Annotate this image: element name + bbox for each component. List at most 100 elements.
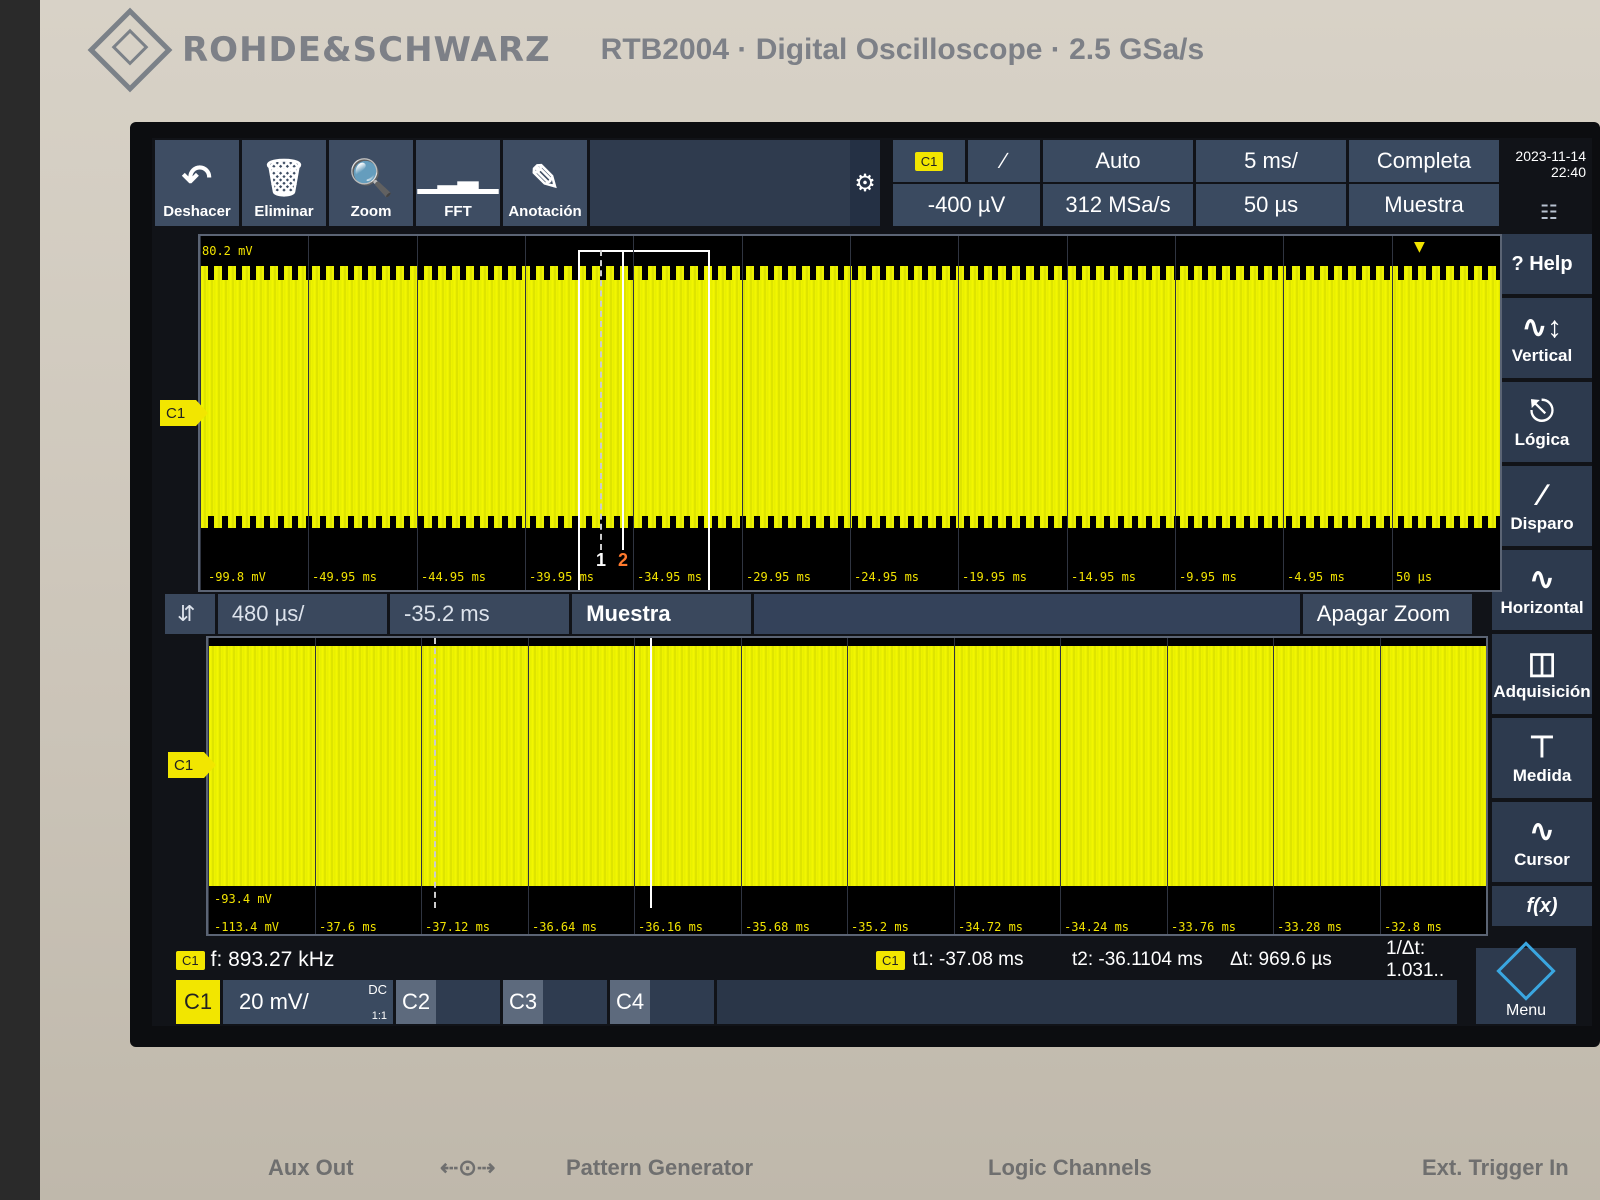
- zoom-cursor-1-line[interactable]: [434, 638, 436, 908]
- zoom-time-tick: -37.12 ms: [425, 920, 491, 934]
- main-gridline: [1283, 236, 1284, 590]
- channel-3-label: C3: [503, 980, 543, 1024]
- channel-3-tab[interactable]: C3: [503, 980, 607, 1024]
- fft-button[interactable]: ▁▂▃▁ FFT: [416, 140, 500, 226]
- datetime: 2023-11-14 22:40: [1506, 148, 1586, 180]
- zoom-gridline: [1380, 638, 1381, 934]
- main-time-tick: -44.95 ms: [421, 570, 487, 584]
- channel-4-tab[interactable]: C4: [610, 980, 714, 1024]
- zoom-channel-marker[interactable]: C1: [168, 752, 216, 778]
- cursor-icon: ∿: [1529, 815, 1555, 848]
- zoom-gridline: [741, 638, 742, 934]
- zoom-arrows-icon[interactable]: ⇵: [165, 594, 215, 634]
- vmax-label: 80.2 mV: [202, 244, 253, 258]
- main-gridline: [742, 236, 743, 590]
- main-channel-marker[interactable]: C1: [160, 400, 208, 426]
- main-time-tick: -19.95 ms: [962, 570, 1028, 584]
- main-gridline: [1392, 236, 1393, 590]
- ext-trigger-label: Ext. Trigger In: [1422, 1155, 1569, 1180]
- channel-2-tab[interactable]: C2: [396, 980, 500, 1024]
- undo-label: Deshacer: [163, 203, 231, 220]
- zoom-waveform-pane[interactable]: -93.4 mV -113.4 mV -37.6 ms -37.12 ms -36.…: [206, 636, 1488, 936]
- zoom-gridline: [315, 638, 316, 934]
- t1-value: t1: -37.08 ms: [912, 949, 1024, 970]
- cursor-button[interactable]: ∿ Cursor: [1492, 802, 1592, 882]
- trigger-mode[interactable]: Auto: [1043, 140, 1193, 182]
- delete-button[interactable]: 🗑 Eliminar: [242, 140, 326, 226]
- channel-1-scale[interactable]: 20 mV/ DC 1:1: [223, 980, 393, 1024]
- logic-button[interactable]: ⎋ Lógica: [1492, 382, 1592, 462]
- time-offset[interactable]: 50 µs: [1196, 184, 1346, 226]
- zoom-vmin-upper-label: -93.4 mV: [214, 892, 272, 906]
- front-panel-ports: Aux Out ⇠⊙⇢ Pattern Generator Logic Chan…: [0, 1155, 1600, 1200]
- magnifier-icon: 🔍: [348, 157, 394, 198]
- logic-channels-label: Logic Channels: [988, 1155, 1152, 1180]
- acquisition-button[interactable]: ◫ Adquisición: [1492, 634, 1592, 714]
- cursor-badge: C1: [876, 950, 905, 970]
- channel-1-probe: 1:1: [371, 1010, 387, 1022]
- zoom-bar-spacer: [754, 594, 1300, 634]
- cursor-2-line[interactable]: [622, 250, 624, 550]
- trigger-level[interactable]: -400 µV: [893, 184, 1040, 226]
- pattern-generator-label: Pattern Generator: [566, 1155, 754, 1180]
- main-gridline: [633, 236, 634, 590]
- gear-icon[interactable]: ⚙: [850, 140, 880, 226]
- measure-button[interactable]: ⊤ Medida: [1492, 718, 1592, 798]
- trigger-mode-value: Auto: [1095, 148, 1141, 173]
- cursor-label: Cursor: [1514, 850, 1570, 869]
- toolbar-spacer: [590, 140, 850, 226]
- cursor-readout[interactable]: C1 t1: -37.08 ms: [876, 943, 1024, 977]
- main-time-tick: -24.95 ms: [854, 570, 920, 584]
- zoom-off-button[interactable]: Apagar Zoom: [1302, 594, 1473, 634]
- trigger-slope[interactable]: ∕: [968, 140, 1040, 182]
- cursor-1-line[interactable]: [600, 250, 602, 550]
- menu-button[interactable]: Menu: [1476, 941, 1576, 1024]
- horizontal-icon: ∿: [1529, 563, 1555, 596]
- zoom-mode[interactable]: Muestra: [572, 594, 752, 634]
- channel-bar-spacer: [717, 980, 1457, 1024]
- trigger-button[interactable]: ∕ Disparo: [1492, 466, 1592, 546]
- spectrum-icon: ▁▂▃▁: [418, 163, 498, 193]
- zoom-window[interactable]: [578, 250, 710, 590]
- fft-label: FFT: [444, 203, 472, 220]
- frequency-badge: C1: [176, 950, 205, 970]
- zoom-gridline: [528, 638, 529, 934]
- zoom-time-tick: -34.72 ms: [958, 920, 1024, 934]
- sample-rate-value: 312 MSa/s: [1065, 192, 1171, 217]
- zoom-gridline: [1060, 638, 1061, 934]
- rs-logo-icon: [87, 7, 173, 93]
- frequency-value: f: 893.27 kHz: [210, 948, 335, 971]
- zoom-gridline: [421, 638, 422, 934]
- trigger-source[interactable]: C1: [893, 140, 965, 182]
- zoom-cursor-2-line[interactable]: [650, 638, 652, 908]
- trigger-level-value: -400 µV: [927, 192, 1006, 217]
- time-scale[interactable]: 5 ms/: [1196, 140, 1346, 182]
- horizontal-button[interactable]: ∿ Horizontal: [1492, 550, 1592, 630]
- zoom-time-scale[interactable]: 480 µs/: [217, 594, 388, 634]
- usb-icon: ⇠⊙⇢: [440, 1155, 496, 1180]
- zoom-position[interactable]: -35.2 ms: [390, 594, 570, 634]
- zoom-gridline: [954, 638, 955, 934]
- annotation-button[interactable]: ✎ Anotación: [503, 140, 587, 226]
- record-mode-value: Completa: [1376, 148, 1472, 173]
- help-button[interactable]: ? Help: [1492, 234, 1592, 294]
- main-gridline: [1067, 236, 1068, 590]
- zoom-gridline: [634, 638, 635, 934]
- frequency-measure[interactable]: C1 f: 893.27 kHz: [176, 943, 334, 977]
- acquisition-mode[interactable]: Muestra: [1349, 184, 1499, 226]
- main-time-tick: -49.95 ms: [312, 570, 378, 584]
- main-waveform-pane[interactable]: 80.2 mV -99.8 mV 1 2 ▼ -49.95 ms -44.95 m…: [198, 234, 1502, 592]
- undo-button[interactable]: ↶ Deshacer: [155, 140, 239, 226]
- vertical-button[interactable]: ∿↕ Vertical: [1492, 298, 1592, 378]
- main-gridline: [1175, 236, 1176, 590]
- channel-bar: C1 20 mV/ DC 1:1 C2 C3 C4: [176, 980, 1466, 1024]
- zoom-time-tick: -32.8 ms: [1384, 920, 1442, 934]
- channel-1-tab[interactable]: C1: [176, 980, 220, 1024]
- trigger-source-badge: C1: [914, 151, 944, 171]
- record-mode[interactable]: Completa: [1349, 140, 1499, 182]
- zoom-time-tick: -33.28 ms: [1277, 920, 1343, 934]
- zoom-button[interactable]: 🔍 Zoom: [329, 140, 413, 226]
- zoom-gridline: [208, 638, 209, 934]
- math-button[interactable]: f(x): [1492, 886, 1592, 926]
- cursor-1-label: 1: [596, 550, 607, 570]
